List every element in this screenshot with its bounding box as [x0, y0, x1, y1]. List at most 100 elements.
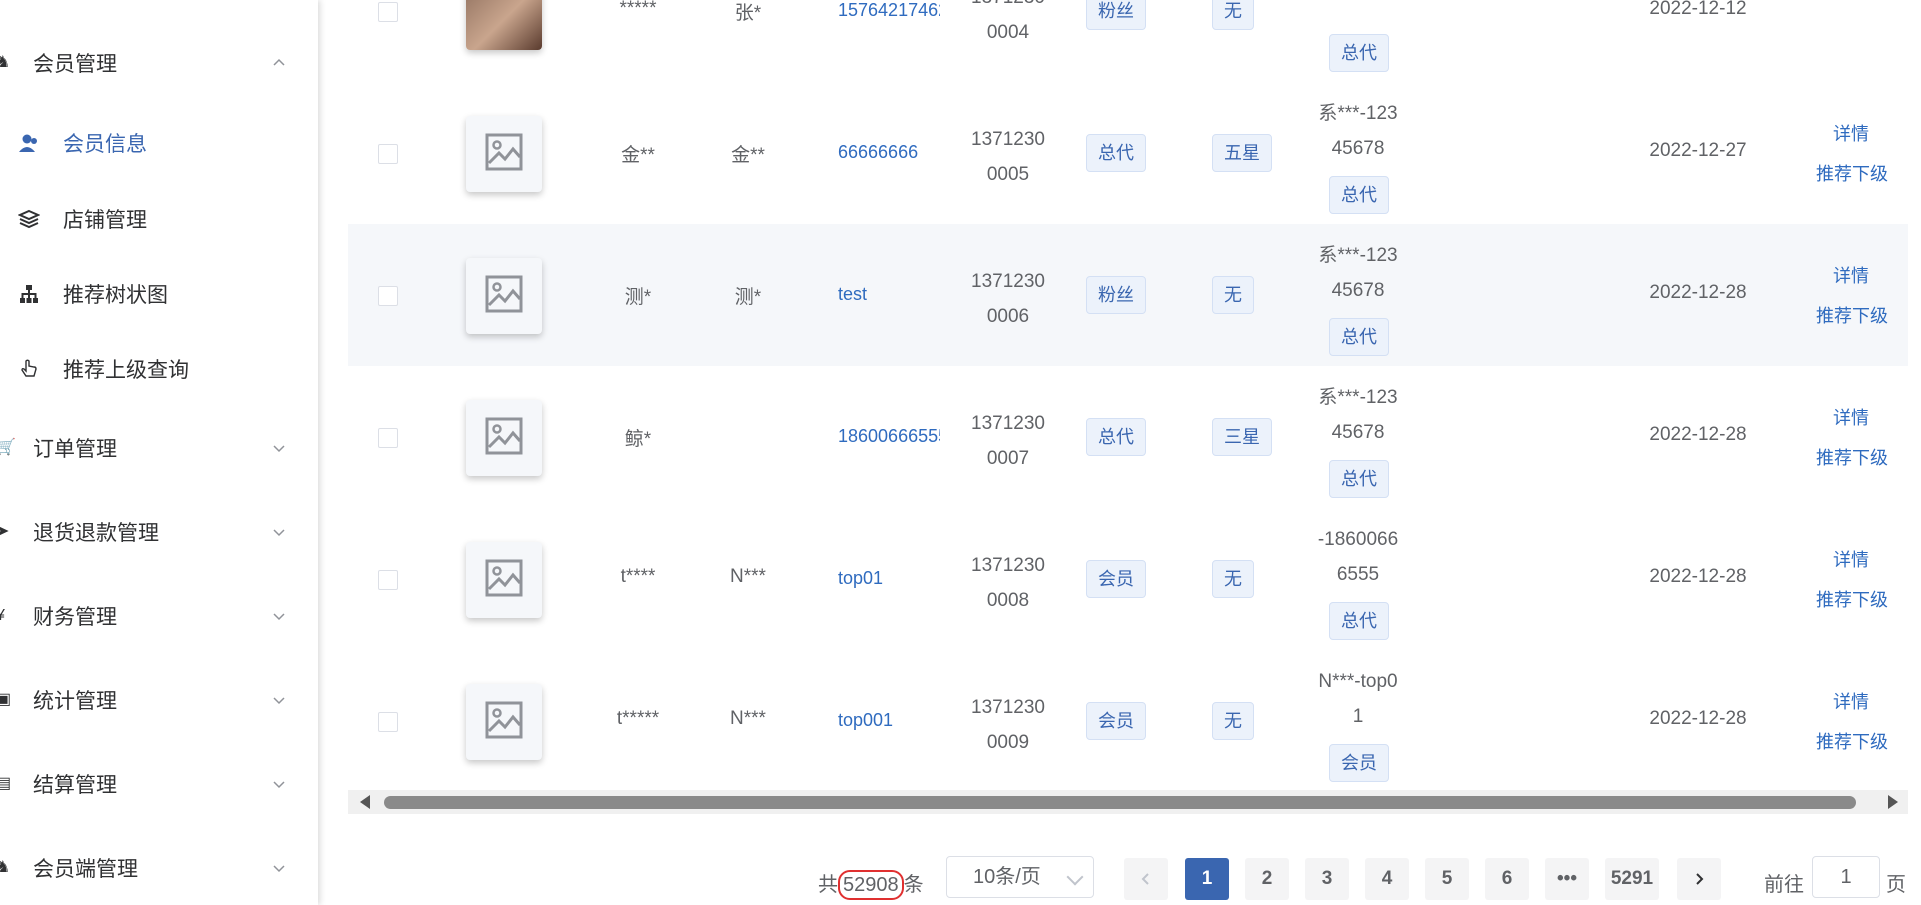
phone-line: 0008 — [986, 590, 1030, 611]
menu-return-refund[interactable]: ➤ 退货退款管理 — [0, 507, 318, 557]
referrer: -1860066 6555 — [1288, 522, 1428, 592]
chevron-right-icon — [1696, 873, 1704, 885]
page-button[interactable]: 1 — [1185, 858, 1229, 900]
tree-icon — [20, 285, 38, 303]
page-button[interactable]: 6 — [1485, 858, 1529, 900]
menu-label: 财务管理 — [33, 606, 117, 629]
referrer: 系***-123 45678 — [1288, 96, 1428, 166]
recommend-sub-link[interactable]: 推荐下级 — [1816, 580, 1888, 620]
menu-order-management[interactable]: 🛒 订单管理 — [0, 423, 318, 473]
menu-statistics[interactable]: ▣ 统计管理 — [0, 675, 318, 725]
real-name: N*** — [730, 708, 766, 729]
row-checkbox[interactable] — [378, 2, 398, 22]
date: 2022-12-12 — [1649, 0, 1747, 19]
monitor-icon: ▤ — [0, 775, 12, 792]
nickname: t***** — [616, 708, 660, 729]
recommend-sub-link[interactable]: 推荐下级 — [1816, 0, 1888, 12]
chevron-left-icon — [1141, 873, 1149, 885]
menu-member-client[interactable]: ♞ 会员端管理 — [0, 843, 318, 893]
row-actions: 详情 推荐下级 — [1816, 540, 1888, 620]
table-row: 金** 金** 66666666 1371230 0005 总代 五星 系***-123 456… — [348, 82, 1908, 225]
sidebar-item-label: 店铺管理 — [63, 209, 147, 232]
level-tag: 会员 — [1086, 560, 1146, 598]
recommend-sub-link[interactable]: 推荐下级 — [1816, 296, 1888, 336]
account-link[interactable]: test — [830, 284, 940, 305]
row-checkbox[interactable] — [378, 144, 398, 164]
menu-settlement[interactable]: ▤ 结算管理 — [0, 759, 318, 809]
row-actions: 推荐下级 — [1816, 0, 1888, 12]
star-tag: 三星 — [1212, 418, 1272, 456]
sidebar-item-recommend-tree[interactable]: 推荐树状图 — [0, 269, 318, 319]
account-link[interactable]: top001 — [830, 710, 940, 731]
date: 2022-12-28 — [1649, 282, 1747, 303]
account-link[interactable]: 18600666555 — [830, 426, 940, 447]
phone: 1371230 0004 — [948, 0, 1068, 50]
scroll-left-icon[interactable] — [360, 795, 370, 809]
horizontal-scrollbar[interactable] — [348, 790, 1908, 814]
recommend-sub-link[interactable]: 推荐下级 — [1816, 722, 1888, 762]
referrer-tag: 总代 — [1329, 460, 1389, 498]
scroll-right-icon[interactable] — [1888, 795, 1898, 809]
detail-link[interactable]: 详情 — [1816, 682, 1886, 722]
menu-label: 结算管理 — [33, 774, 117, 797]
page-button[interactable]: 5291 — [1605, 858, 1659, 900]
menu-label: 会员端管理 — [33, 858, 138, 881]
more-pages-button[interactable]: ••• — [1545, 858, 1589, 900]
page-size-select[interactable]: 10条/页 — [946, 856, 1094, 898]
real-name: 张* — [734, 3, 762, 24]
next-page-button[interactable] — [1677, 858, 1721, 900]
sidebar-item-label: 会员信息 — [63, 133, 147, 156]
detail-link[interactable]: 详情 — [1816, 114, 1886, 154]
goto-page-input[interactable]: 1 — [1812, 856, 1880, 898]
recommend-sub-link[interactable]: 推荐下级 — [1816, 438, 1888, 478]
row-checkbox[interactable] — [378, 570, 398, 590]
account-link[interactable]: 66666666 — [830, 142, 940, 163]
user-icon — [19, 134, 37, 152]
phone: 1371230 0008 — [948, 548, 1068, 618]
page-button[interactable]: 4 — [1365, 858, 1409, 900]
referrer-line: N***-top0 — [1318, 671, 1398, 692]
real-name: N*** — [730, 566, 766, 587]
referrer-line: 45678 — [1331, 422, 1385, 443]
prev-page-button[interactable] — [1124, 858, 1168, 900]
chevron-down-icon — [1066, 868, 1084, 886]
level-tag: 会员 — [1086, 702, 1146, 740]
page-button[interactable]: 5 — [1425, 858, 1469, 900]
referrer-line: 系***-123 — [1318, 245, 1398, 266]
date: 2022-12-28 — [1649, 424, 1747, 445]
detail-link[interactable]: 详情 — [1816, 540, 1886, 580]
referrer: 系***-123 45678 — [1288, 380, 1428, 450]
avatar — [466, 684, 542, 760]
row-checkbox[interactable] — [378, 286, 398, 306]
detail-link[interactable]: 详情 — [1816, 398, 1886, 438]
nickname: ***** — [619, 0, 657, 19]
sidebar-item-store-management[interactable]: 店铺管理 — [0, 194, 318, 244]
row-actions: 详情 推荐下级 — [1816, 682, 1888, 762]
row-checkbox[interactable] — [378, 428, 398, 448]
referrer-line: 系***-123 — [1318, 387, 1398, 408]
row-checkbox[interactable] — [378, 712, 398, 732]
page-button[interactable]: 2 — [1245, 858, 1289, 900]
level-tag: 粉丝 — [1086, 276, 1146, 314]
sidebar-item-recommend-superior[interactable]: 推荐上级查询 — [0, 344, 318, 394]
phone-line: 1371230 — [971, 271, 1045, 292]
recommend-sub-link[interactable]: 推荐下级 — [1816, 154, 1888, 194]
scrollbar-thumb[interactable] — [384, 796, 1856, 809]
detail-link[interactable]: 详情 — [1816, 256, 1886, 296]
referrer-tag: 会员 — [1329, 744, 1389, 782]
star-tag: 无 — [1212, 702, 1254, 740]
level-tag: 总代 — [1086, 418, 1146, 456]
image-placeholder-icon — [484, 700, 524, 745]
account-link[interactable]: top01 — [830, 568, 940, 589]
date: 2022-12-28 — [1649, 566, 1747, 587]
sidebar-item-member-info[interactable]: 会员信息 — [0, 118, 318, 168]
referrer-tag: 总代 — [1329, 602, 1389, 640]
star-tag: 五星 — [1212, 134, 1272, 172]
phone-line: 0004 — [986, 22, 1030, 43]
menu-member-management[interactable]: ♞ 会员管理 — [0, 38, 318, 88]
date: 2022-12-27 — [1649, 140, 1747, 161]
menu-finance[interactable]: ¥ 财务管理 — [0, 591, 318, 641]
date: 2022-12-28 — [1649, 708, 1747, 729]
account-link[interactable]: 15764217462 — [830, 0, 940, 21]
page-button[interactable]: 3 — [1305, 858, 1349, 900]
